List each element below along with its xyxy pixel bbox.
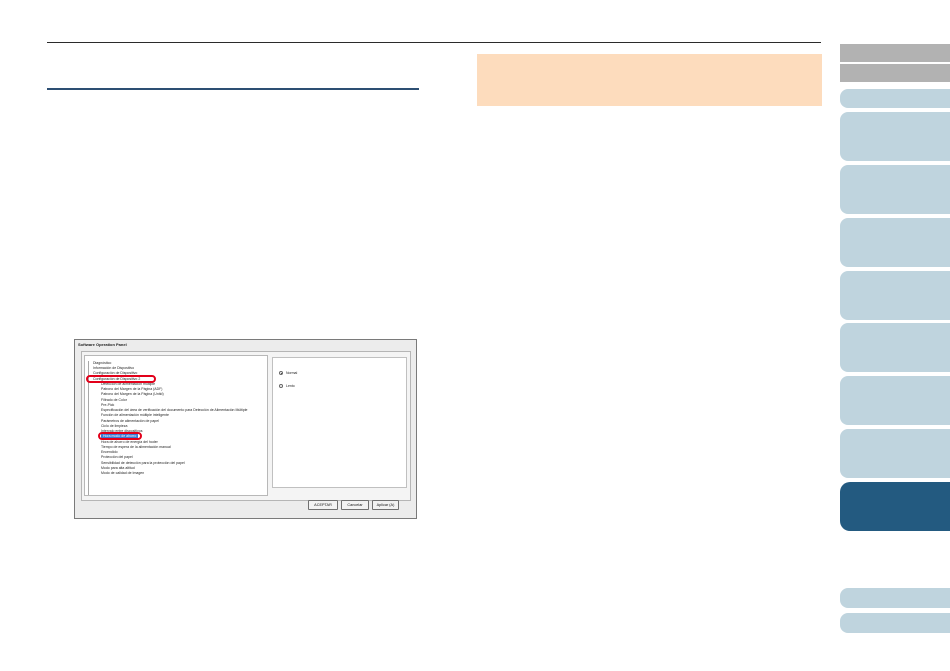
tree-item-diagnostico[interactable]: Diagnóstico xyxy=(93,361,111,365)
tree-item-paper-protection[interactable]: Protección del papel xyxy=(101,455,133,459)
nav-tab-chapter-8-active[interactable] xyxy=(840,482,950,531)
nav-tab-top[interactable] xyxy=(840,44,950,62)
radio-lento-label: Lento xyxy=(286,384,295,388)
nav-tab-chapter-4[interactable] xyxy=(840,271,950,320)
window-frame: Diagnóstico Información de Dispositivo C… xyxy=(81,351,411,501)
window-title: Software Operation Panel xyxy=(78,342,127,347)
tree-item-color-filter[interactable]: Filtrado de Color xyxy=(101,398,127,402)
nav-tab-chapter-1[interactable] xyxy=(840,112,950,161)
tree-item-multifeed-area[interactable]: Especificación del área de verificación … xyxy=(101,408,248,412)
radio-normal[interactable] xyxy=(279,371,283,375)
tree-item-smart-multifeed[interactable]: Función de alimentación múltiple intelig… xyxy=(101,413,169,417)
section-heading-rule xyxy=(47,88,419,90)
radio-lento[interactable] xyxy=(279,384,283,388)
nav-tab-chapter-7[interactable] xyxy=(840,429,950,478)
nav-tab-chapter-6[interactable] xyxy=(840,376,950,425)
apply-button[interactable]: Aplicar (A) xyxy=(372,500,399,510)
tree-item-informacion[interactable]: Información de Dispositivo xyxy=(93,366,134,370)
tree-item-margin-adf[interactable]: Patrono del Margen de la Página (ADF) xyxy=(101,387,162,391)
nav-tab-contents[interactable] xyxy=(840,64,950,82)
tree-item-cleaning-cycle[interactable]: Ciclo de limpieza xyxy=(101,424,127,428)
highlight-config-2 xyxy=(86,375,156,383)
tree-item-margin-unit[interactable]: Patrono del Margen de la Página (Unitd) xyxy=(101,392,164,396)
software-operation-panel-window: Software Operation Panel Diagnóstico Inf… xyxy=(74,339,417,519)
nav-tab-chapter-5[interactable] xyxy=(840,323,950,372)
settings-tree: Diagnóstico Información de Dispositivo C… xyxy=(84,355,268,496)
nav-tab-index[interactable] xyxy=(840,89,950,108)
nav-tab-chapter-3[interactable] xyxy=(840,218,950,267)
header-rule xyxy=(47,42,821,43)
tree-item-manual-feed-timeout[interactable]: Tiempo de espera de la alimentación manu… xyxy=(101,445,171,449)
tree-item-high-altitude[interactable]: Modo para alta altitud xyxy=(101,466,135,470)
tree-item-feed-params[interactable]: Parámetros de alimentación de papel xyxy=(101,419,159,423)
options-panel: Normal Lento xyxy=(272,357,407,488)
nav-tab-glossary[interactable] xyxy=(840,613,950,633)
nav-tab-appendix[interactable] xyxy=(840,588,950,608)
tree-item-image-quality[interactable]: Modo de calidad de Imagen xyxy=(101,471,144,475)
tree-item-protection-sensitivity[interactable]: Sensibilidad de detección para la protec… xyxy=(101,461,185,465)
tree-item-power-on[interactable]: Encendido xyxy=(101,450,118,454)
tree-item-pre-pick[interactable]: Pre-Pick xyxy=(101,403,114,407)
ok-button[interactable]: ACEPTAR xyxy=(308,500,338,510)
cancel-button[interactable]: Cancelar xyxy=(341,500,369,510)
tree-item-power-save[interactable]: Hora de ahorro de energía del hoder xyxy=(101,440,158,444)
nav-tab-chapter-2[interactable] xyxy=(840,165,950,214)
highlight-selected-item xyxy=(98,432,142,440)
note-box xyxy=(477,54,822,106)
radio-normal-label: Normal xyxy=(286,371,298,375)
